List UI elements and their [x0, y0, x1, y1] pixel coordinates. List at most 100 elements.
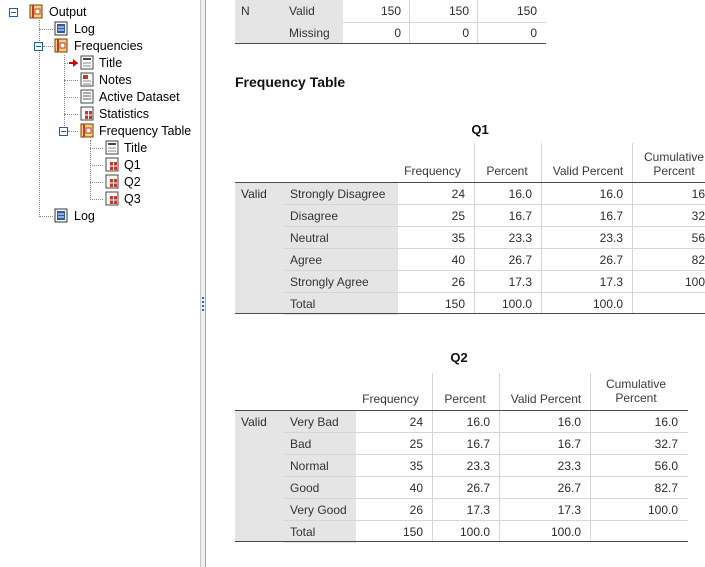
frequency-cell: 35	[451, 231, 465, 245]
cumulative-percent-cell: 32	[691, 209, 705, 223]
percent-cell: 16.0	[466, 415, 490, 429]
valid-percent-cell: 16.7	[599, 209, 623, 223]
collapse-output-button[interactable]	[9, 8, 18, 17]
tree-label: Output	[49, 5, 87, 19]
percent-cell: 17.3	[508, 275, 532, 289]
frequency-cell: 150	[444, 297, 465, 311]
cumulative-percent-cell: 16	[691, 187, 705, 201]
valid-percent-cell: 16.0	[557, 415, 581, 429]
row-label: Very Bad	[290, 415, 339, 429]
tree-connector	[39, 29, 53, 30]
collapse-frequency-table-button[interactable]	[59, 127, 68, 136]
stat-cell: 150	[448, 4, 469, 18]
stat-cell: 150	[516, 4, 537, 18]
title-icon	[105, 140, 119, 155]
tree-connector	[90, 140, 91, 200]
tree-label: Title	[124, 141, 148, 155]
table-bottom-border	[235, 313, 705, 314]
splitter-grip-icon	[202, 297, 205, 313]
cumulative-percent-cell: 100.0	[647, 503, 678, 517]
frequency-cell: 26	[451, 275, 465, 289]
cumulative-percent-cell	[591, 521, 686, 543]
frequency-cell: 40	[409, 481, 423, 495]
table-icon	[105, 157, 119, 172]
collapse-frequencies-button[interactable]	[34, 42, 43, 51]
table-icon	[105, 191, 119, 206]
table-bottom-border	[235, 541, 688, 542]
percent-cell: 16.7	[466, 437, 490, 451]
table-bottom-border	[235, 43, 546, 44]
row-label: Strongly Agree	[290, 275, 369, 289]
percent-cell: 17.3	[466, 503, 490, 517]
tree-connector	[90, 199, 103, 200]
title-icon	[80, 55, 94, 70]
tree-connector	[90, 148, 103, 149]
tree-connector	[90, 182, 103, 183]
tree-label: Log	[74, 209, 95, 223]
valid-percent-cell: 17.3	[599, 275, 623, 289]
row-label: Neutral	[290, 231, 329, 245]
log-icon	[54, 208, 68, 223]
row-label: Good	[290, 481, 320, 495]
frequency-cell: 26	[409, 503, 423, 517]
tree-label: Log	[74, 22, 95, 36]
notes-icon	[80, 72, 94, 87]
percent-cell: 100.0	[501, 297, 532, 311]
percent-cell: 26.7	[466, 481, 490, 495]
tree-label: Active Dataset	[99, 90, 180, 104]
output-book-icon	[29, 4, 43, 19]
tree-connector	[64, 97, 78, 98]
row-label: Total	[284, 521, 356, 543]
frequency-cell: 24	[409, 415, 423, 429]
cumulative-percent-cell: 56	[691, 231, 705, 245]
cumulative-percent-cell: 82	[691, 253, 705, 267]
cumulative-percent-cell	[633, 293, 705, 315]
valid-percent-cell: 26.7	[599, 253, 623, 267]
percent-cell: 23.3	[466, 459, 490, 473]
table-icon	[105, 174, 119, 189]
percent-cell: 26.7	[508, 253, 532, 267]
tree-connector	[68, 131, 78, 132]
row-label: Disagree	[290, 209, 339, 223]
grid-line	[477, 0, 478, 44]
output-viewer: N Valid Missing 150 150 150 0 0 0 Freque…	[206, 0, 705, 567]
tree-label: Q3	[124, 192, 141, 206]
row-label: Normal	[290, 459, 329, 473]
stat-cell: 150	[380, 4, 401, 18]
column-header: Frequency	[362, 392, 419, 406]
tree-connector	[43, 46, 53, 47]
tree-connector	[64, 80, 78, 81]
frequency-cell: 35	[409, 459, 423, 473]
section-heading: Frequency Table	[235, 74, 346, 90]
tree-label: Frequency Table	[99, 124, 192, 138]
cumulative-percent-cell: 16.0	[654, 415, 678, 429]
procedure-book-icon	[80, 123, 94, 138]
row-label: Bad	[290, 437, 312, 451]
cumulative-percent-cell: 82.7	[654, 481, 678, 495]
tree-label: Notes	[99, 73, 132, 87]
cumulative-percent-cell: 32.7	[654, 437, 678, 451]
cumulative-percent-cell: 100	[684, 275, 705, 289]
column-header: Percent	[486, 164, 528, 178]
frequency-cell: 40	[451, 253, 465, 267]
tree-connector	[64, 114, 78, 115]
valid-percent-cell: 16.7	[557, 437, 581, 451]
valid-percent-cell: 17.3	[557, 503, 581, 517]
group-label: Valid	[241, 415, 267, 429]
grid-line	[343, 22, 546, 23]
table-title: Q2	[450, 350, 468, 365]
tree-label: Title	[99, 56, 123, 70]
group-label: Valid	[241, 187, 267, 201]
grid-line	[409, 0, 410, 44]
row-label: Total	[284, 293, 398, 315]
stat-cell: 0	[530, 26, 537, 40]
valid-percent-cell: 23.3	[599, 231, 623, 245]
valid-percent-cell: 23.3	[557, 459, 581, 473]
row-label: Very Good	[290, 503, 347, 517]
tree-connector	[39, 216, 53, 217]
log-icon	[54, 21, 68, 36]
percent-cell: 100.0	[459, 525, 490, 539]
stat-row-label-n: N	[241, 4, 250, 18]
tree-connector	[90, 165, 103, 166]
column-header: Valid Percent	[552, 164, 624, 178]
